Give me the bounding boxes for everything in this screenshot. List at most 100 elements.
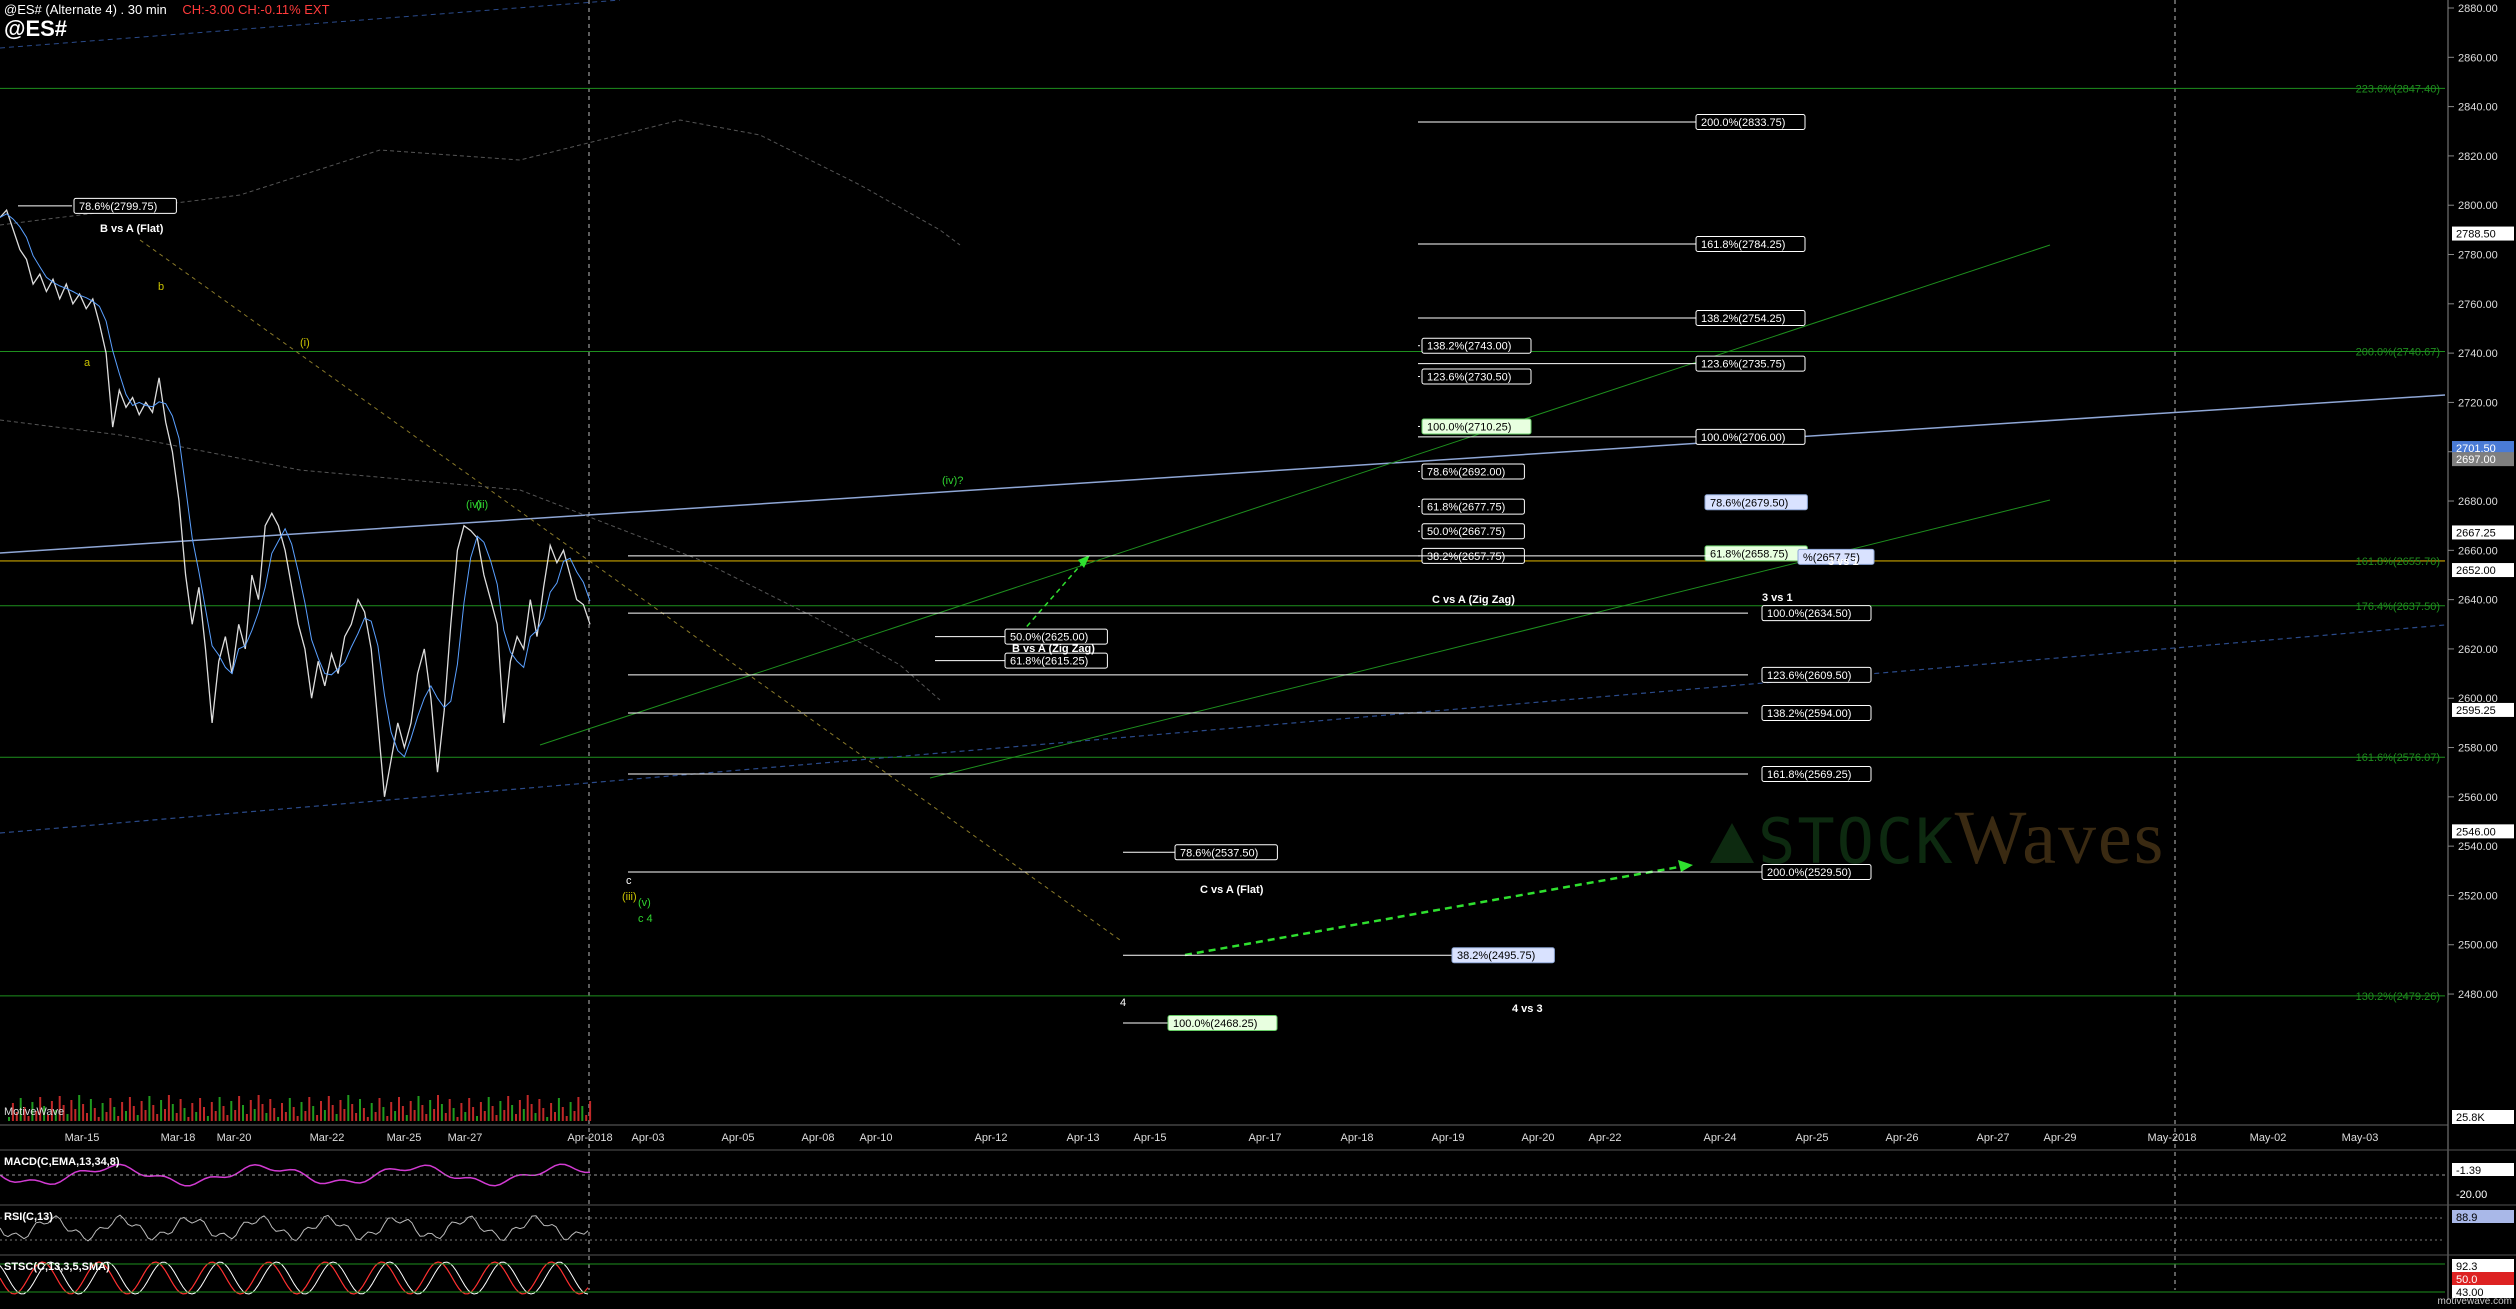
volume-bar [456, 1117, 459, 1121]
volume-bar [565, 1116, 568, 1121]
volume-bar [164, 1109, 166, 1121]
y-axis-label: 2500.00 [2458, 940, 2498, 952]
fib-label-middle: 100.0%(2710.25) [1427, 421, 1511, 433]
volume-bar [238, 1096, 241, 1121]
volume-bar [335, 1114, 338, 1121]
moving-average-line [0, 213, 591, 758]
volume-bar [460, 1103, 463, 1121]
volume-bar [66, 1114, 69, 1121]
price-tag: 2546.00 [2456, 826, 2496, 838]
volume-bar [359, 1099, 361, 1121]
volume-bar [526, 1095, 529, 1121]
volume-bar [300, 1102, 303, 1121]
x-axis-label: Mar-20 [217, 1132, 252, 1144]
watermark-triangle-icon [1710, 823, 1754, 863]
fib-label-middle: 123.6%(2730.50) [1427, 372, 1511, 384]
y-axis-label: 2520.00 [2458, 890, 2498, 902]
volume-bar [573, 1111, 576, 1121]
wave-label: (i) [300, 337, 310, 349]
volume-bar [175, 1113, 178, 1121]
volume-bar [534, 1113, 537, 1121]
volume-bar [515, 1114, 517, 1121]
x-axis-label: May-02 [2250, 1132, 2287, 1144]
volume-bar [89, 1099, 92, 1121]
wave-label: 4 [1120, 997, 1126, 1009]
volume-bar [581, 1106, 584, 1121]
volume-bar [167, 1095, 170, 1121]
fib-label-misc: 50.0%(2625.00) [1010, 632, 1088, 644]
volume-bar [82, 1104, 85, 1121]
volume-bar [101, 1103, 104, 1121]
indicator-tag: 92.3 [2456, 1261, 2477, 1273]
y-axis-label: 2680.00 [2458, 496, 2498, 508]
volume-bar [242, 1105, 244, 1121]
volume-bar [74, 1109, 77, 1121]
y-axis-label: 2660.00 [2458, 545, 2498, 557]
projection-arrow-long-head [1678, 860, 1693, 872]
volume-bar [546, 1117, 549, 1121]
wave-label: (iv)? [942, 475, 963, 487]
projection-arrow-long [1184, 863, 1691, 957]
volume-bar [128, 1097, 131, 1121]
volume-bar [452, 1108, 455, 1121]
volume-bar [589, 1101, 592, 1121]
volume-bar [253, 1109, 256, 1121]
fib-annotation: C vs A (Zig Zag) [1432, 594, 1515, 606]
fib-label-middle: 50.0%(2667.75) [1427, 526, 1505, 538]
volume-bar [577, 1097, 580, 1121]
volume-bar [148, 1096, 151, 1121]
y-axis-label: 2560.00 [2458, 792, 2498, 804]
volume-bar [331, 1105, 334, 1121]
x-axis-label: Apr-20 [1521, 1132, 1554, 1144]
blue-trend-line [0, 394, 2446, 554]
volume-bar [160, 1100, 163, 1121]
stockwaves-watermark: STOCKWaves [1710, 795, 2165, 882]
volume-bar [386, 1116, 389, 1121]
volume-bar [530, 1104, 533, 1121]
fib-annotation: 3 vs 1 [1828, 556, 1859, 568]
volume-bar [179, 1099, 182, 1121]
volume-bar [507, 1096, 510, 1121]
volume-bar [70, 1100, 73, 1121]
volume-bar [374, 1112, 377, 1121]
volume-bar [140, 1101, 143, 1121]
volume-bar [518, 1100, 521, 1121]
x-axis-label: Apr-26 [1885, 1132, 1918, 1144]
volume-bar [440, 1104, 443, 1121]
stsc-label: STSC(C,13,3,5,SMA) [4, 1261, 110, 1273]
volume-bar [421, 1105, 424, 1121]
volume-bar [144, 1110, 147, 1121]
price-line [0, 208, 591, 797]
gold-dashed-trend [139, 239, 1121, 941]
volume-bar [323, 1110, 326, 1121]
volume-bar [370, 1103, 373, 1121]
x-axis-label: Mar-22 [310, 1132, 345, 1144]
fib-label-misc: 61.8%(2615.25) [1010, 656, 1088, 668]
volume-bar [542, 1108, 545, 1121]
fib-label-middle: 38.2%(2657.75) [1427, 551, 1505, 563]
volume-bar [554, 1112, 556, 1121]
price-tag: 2788.50 [2456, 229, 2496, 241]
y-axis-label: 2720.00 [2458, 397, 2498, 409]
volume-bar [273, 1108, 276, 1121]
change-readout: CH:-3.00 CH:-0.11% EXT [182, 2, 330, 17]
volume-bar [522, 1109, 525, 1121]
fib-label-misc: 100.0%(2468.25) [1173, 1018, 1257, 1030]
volume-bar [234, 1110, 237, 1121]
y-axis-label: 2800.00 [2458, 200, 2498, 212]
volume-bar [191, 1103, 194, 1121]
fib-label-middle: 138.2%(2743.00) [1427, 341, 1511, 353]
volume-bar [417, 1096, 420, 1121]
volume-bar [152, 1105, 155, 1121]
volume-bar [199, 1098, 202, 1121]
watermark-left-text: STOCK [1758, 805, 1955, 878]
fib-label-misc: 78.6%(2799.75) [79, 201, 157, 213]
volume-bar [429, 1100, 432, 1121]
x-axis-label: Mar-25 [387, 1132, 422, 1144]
volume-bar [491, 1106, 494, 1121]
x-axis-label: Apr-12 [974, 1132, 1007, 1144]
volume-bar [171, 1104, 174, 1121]
volume-bar [401, 1106, 404, 1121]
x-axis-label: Apr-2018 [567, 1132, 612, 1144]
volume-bar [277, 1117, 280, 1121]
